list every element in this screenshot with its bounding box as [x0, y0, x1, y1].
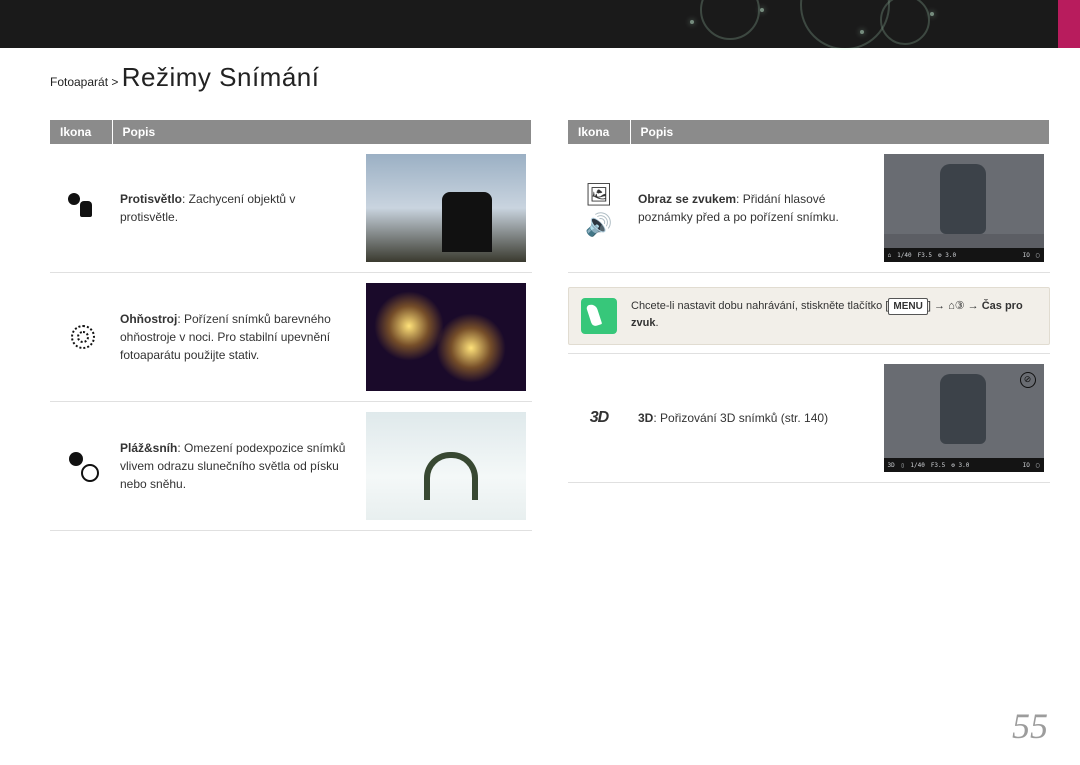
breadcrumb-sep: > [111, 75, 118, 89]
no-flash-icon: ⊘ [1020, 372, 1036, 388]
thumb-lcd-3d: ⊘ 3D ▯ 1/40 F3.5 ⚙ 3.0 IO ▢ [884, 364, 1044, 472]
right-column: Ikona Popis 🖼🔊 Obraz se zvukem: Přidání … [568, 120, 1050, 531]
th-icon: Ikona [568, 120, 630, 144]
page-number: 55 [1012, 705, 1048, 747]
right-table: Ikona Popis 🖼🔊 Obraz se zvukem: Přidání … [568, 120, 1050, 483]
3d-icon: 3D [584, 403, 614, 433]
table-row: Ohňostroj: Pořízení snímků barevného ohň… [50, 273, 532, 402]
table-row: 🖼🔊 Obraz se zvukem: Přidání hlasové pozn… [568, 144, 1050, 273]
tip-text: Chcete-li nastavit dobu nahrávání, stisk… [631, 298, 1037, 332]
accent-strip [1058, 0, 1080, 48]
th-desc: Popis [112, 120, 532, 144]
row-desc: 3D: Pořizování 3D snímků (str. 140) [630, 354, 880, 483]
banner-decoration [680, 0, 980, 60]
page-title: Režimy Snímání [122, 62, 320, 92]
thumb-snow [366, 412, 526, 520]
thumb-fireworks [366, 283, 526, 391]
row-desc: Obraz se zvukem: Přidání hlasové poznámk… [630, 144, 880, 273]
table-row: Chcete-li nastavit dobu nahrávání, stisk… [568, 273, 1050, 354]
table-row: 3D 3D: Pořizování 3D snímků (str. 140) ⊘… [568, 354, 1050, 483]
top-banner [0, 0, 1080, 48]
breadcrumb-parent: Fotoaparát [50, 75, 108, 89]
thumb-lcd-sound: 00:05 00:10 ⌂ 1/40 F3.5 ⚙ 3.0 IO [884, 154, 1044, 262]
th-icon: Ikona [50, 120, 112, 144]
tip-pen-icon [581, 298, 617, 334]
tip-box: Chcete-li nastavit dobu nahrávání, stisk… [568, 287, 1050, 345]
left-table: Ikona Popis Protisvětlo: Zachycení objek… [50, 120, 532, 531]
sound-picture-icon: 🖼🔊 [584, 180, 614, 210]
left-column: Ikona Popis Protisvětlo: Zachycení objek… [50, 120, 532, 531]
breadcrumb: Fotoaparát > Režimy Snímání [0, 48, 319, 93]
beach-snow-icon [66, 449, 96, 479]
row-desc: Protisvětlo: Zachycení objektů v protisv… [112, 144, 362, 273]
backlight-icon [66, 191, 96, 221]
table-row: Protisvětlo: Zachycení objektů v protisv… [50, 144, 532, 273]
th-desc: Popis [630, 120, 1050, 144]
menu-key: MENU [888, 298, 927, 315]
row-desc: Ohňostroj: Pořízení snímků barevného ohň… [112, 273, 362, 402]
row-desc: Pláž&sníh: Omezení podexpozice snímků vl… [112, 402, 362, 531]
lcd-statusbar-3d: 3D ▯ 1/40 F3.5 ⚙ 3.0 IO ▢ [884, 458, 1044, 472]
table-row: Pláž&sníh: Omezení podexpozice snímků vl… [50, 402, 532, 531]
lcd-statusbar2: ⌂ 1/40 F3.5 ⚙ 3.0 IO ▢ [884, 248, 1044, 262]
fireworks-icon [66, 320, 96, 350]
thumb-backlight [366, 154, 526, 262]
